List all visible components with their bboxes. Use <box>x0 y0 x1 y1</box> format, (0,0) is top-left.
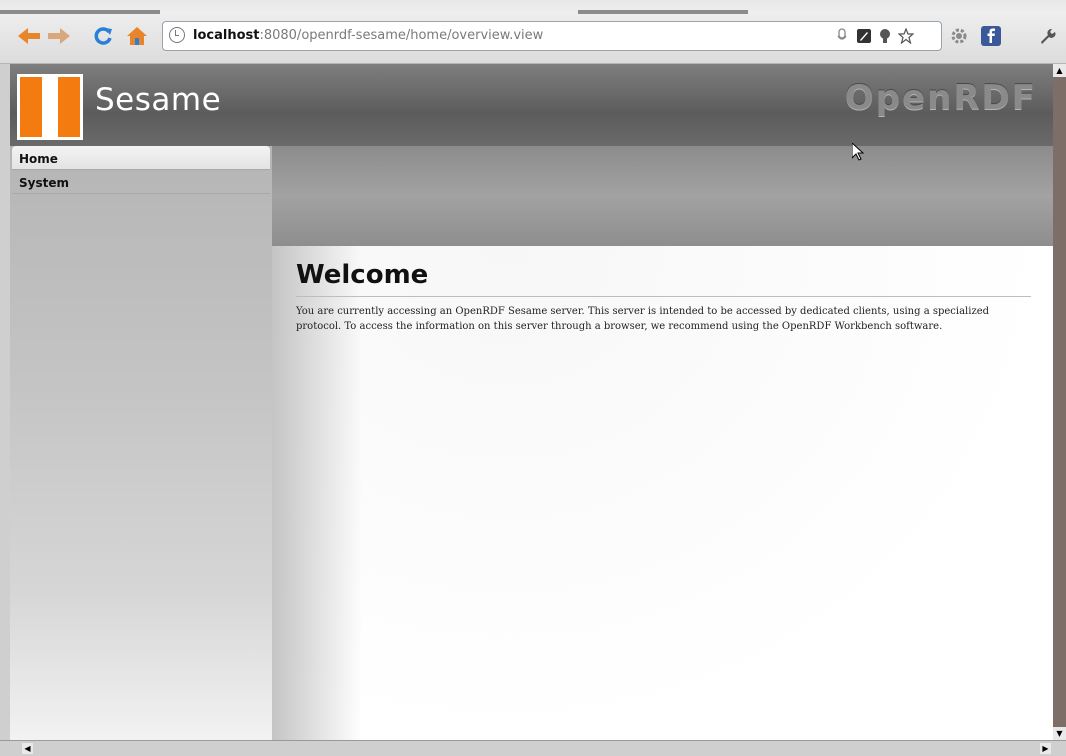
settings-gear-icon[interactable] <box>948 25 970 47</box>
welcome-text: You are currently accessing an OpenRDF S… <box>296 306 990 332</box>
scroll-down-icon[interactable]: ▼ <box>1053 727 1066 740</box>
window-left-edge <box>0 64 10 740</box>
title-divider <box>296 296 1031 297</box>
home-icon[interactable] <box>124 23 150 49</box>
scroll-left-icon[interactable]: ◀ <box>22 743 33 754</box>
sidebar-item-label: System <box>19 176 69 190</box>
header-band <box>272 146 1053 246</box>
url-host: localhost <box>193 28 260 43</box>
horizontal-scrollbar[interactable]: ◀ ▶ <box>0 740 1066 756</box>
tab-edge <box>578 10 748 14</box>
sesame-logo[interactable] <box>17 74 83 140</box>
forward-icon[interactable] <box>46 23 72 49</box>
address-bar[interactable]: localhost:8080/openrdf-sesame/home/overv… <box>162 21 942 51</box>
page-viewport: Sesame OpenRDF Home System Welcome You a… <box>10 64 1053 740</box>
page-header: Sesame OpenRDF <box>10 64 1053 146</box>
vertical-scrollbar[interactable]: ▲ ▼ <box>1053 64 1066 740</box>
logo-text: Sesame <box>95 82 222 118</box>
main-content: Welcome You are currently accessing an O… <box>272 246 1053 740</box>
openrdf-brand: OpenRDF <box>844 78 1037 118</box>
url-path: :8080/openrdf-sesame/home/overview.view <box>259 28 544 43</box>
wrench-icon[interactable] <box>1036 25 1058 47</box>
scroll-up-icon[interactable]: ▲ <box>1053 64 1066 77</box>
mouse-cursor-icon <box>852 143 864 161</box>
back-icon[interactable] <box>16 23 42 49</box>
facebook-icon[interactable] <box>980 25 1002 47</box>
page-info-icon[interactable] <box>169 27 185 43</box>
bookmark-ext-icon[interactable] <box>855 26 873 46</box>
mic-icon[interactable] <box>835 26 849 46</box>
sidebar-item-label: Home <box>19 152 58 166</box>
page-title: Welcome <box>296 260 429 290</box>
star-icon[interactable] <box>897 26 915 46</box>
browser-toolbar: localhost:8080/openrdf-sesame/home/overv… <box>0 0 1066 64</box>
sidebar-menu: Home System <box>10 146 272 740</box>
tab-edge <box>0 10 160 14</box>
sidebar-item-system[interactable]: System <box>12 170 270 194</box>
scroll-right-icon[interactable]: ▶ <box>1040 743 1051 754</box>
url-text[interactable]: localhost:8080/openrdf-sesame/home/overv… <box>193 28 543 43</box>
lightbulb-icon[interactable] <box>877 26 893 46</box>
reload-icon[interactable] <box>90 23 116 49</box>
sidebar-item-home[interactable]: Home <box>12 146 270 170</box>
